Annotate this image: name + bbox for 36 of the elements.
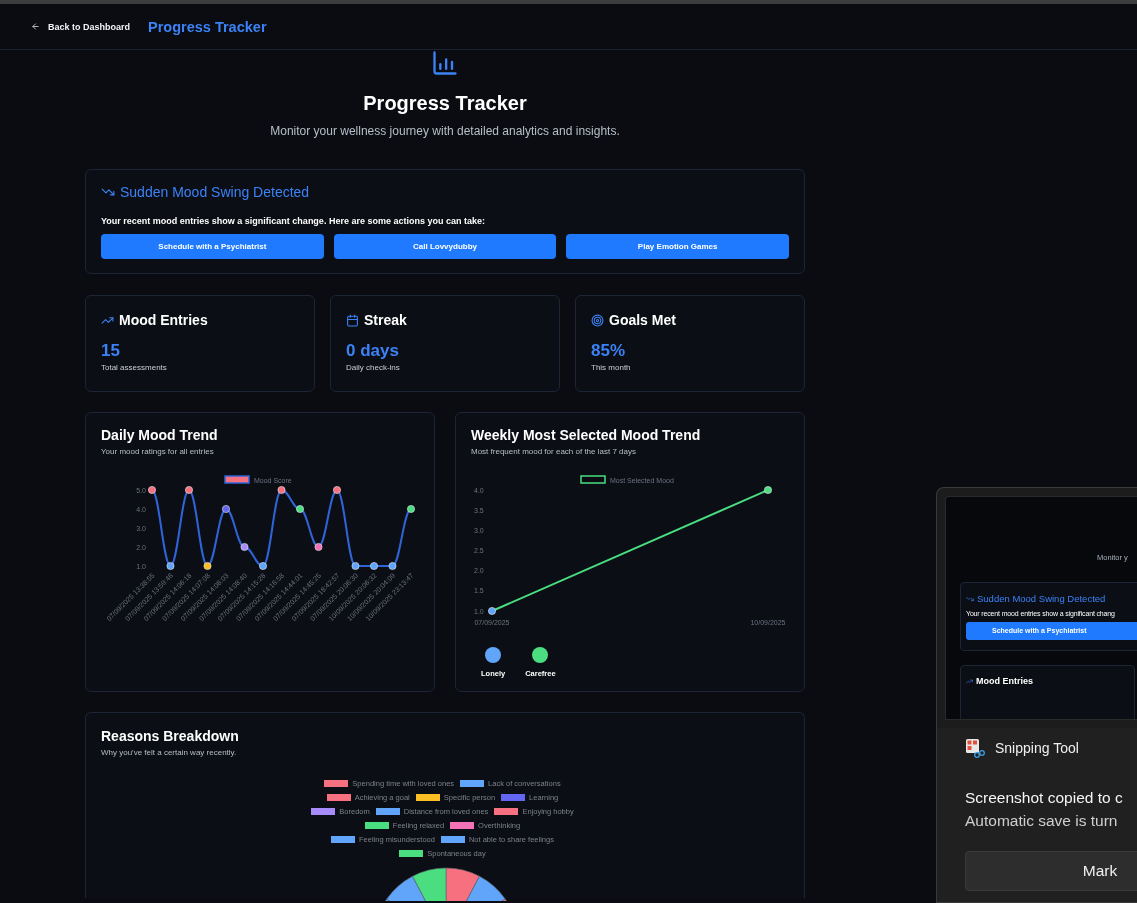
stat-caption: Daily check-ins [346, 363, 401, 372]
stat-title: Mood Entries [119, 312, 208, 328]
stat-value: 85% [591, 341, 627, 361]
card-subtitle: Your mood ratings for all entries [101, 447, 215, 456]
alert-message: Your recent mood entries show a significant change. Here are some actions you can take: [101, 215, 486, 227]
card-title: Reasons Breakdown [101, 728, 240, 745]
notification-text: Screenshot copied to c [965, 788, 1124, 808]
card-subtitle: Most frequent mood for each of the last 7 days [471, 447, 637, 456]
calendar-icon [346, 313, 359, 327]
target-icon [591, 313, 604, 327]
stat-value: 0 days [346, 341, 400, 361]
preview-text: Mood Entries [976, 676, 1033, 686]
trend-down-icon [966, 594, 974, 603]
app-name: Snipping Tool [995, 740, 1079, 756]
stat-title: Goals Met [609, 312, 676, 328]
action-button[interactable]: Call Lovvydubby [333, 234, 557, 259]
action-button[interactable]: Schedule with a Psychiatrist [101, 234, 324, 259]
card-subtitle: Why you've felt a certain way recently. [101, 748, 238, 757]
trend-up-icon [966, 677, 973, 685]
stat-caption: This month [591, 363, 632, 372]
snipping-tool-icon [965, 738, 985, 758]
stat-title: Streak [364, 312, 407, 328]
stat-value: 15 [101, 341, 121, 361]
hero-title: Progress Tracker [363, 91, 527, 115]
back-link[interactable]: Back to Dashboard [31, 21, 131, 32]
stat-caption: Total assessments [101, 363, 168, 372]
card-title: Daily Mood Trend [101, 427, 219, 444]
notification-text: Automatic save is turn [965, 811, 1119, 831]
preview-text: Sudden Mood Swing Detected [977, 593, 1106, 604]
card-title: Weekly Most Selected Mood Trend [471, 427, 702, 444]
action-button[interactable]: Play Emotion Games [566, 234, 789, 259]
hero-subtitle: Monitor your wellness journey with detailed analytics and insights. [270, 124, 620, 139]
markup-button[interactable]: Mark [965, 851, 1137, 891]
back-arrow-icon [31, 22, 40, 31]
page-title: Progress Tracker [148, 18, 267, 35]
alert-title: Sudden Mood Swing Detected [120, 184, 310, 200]
